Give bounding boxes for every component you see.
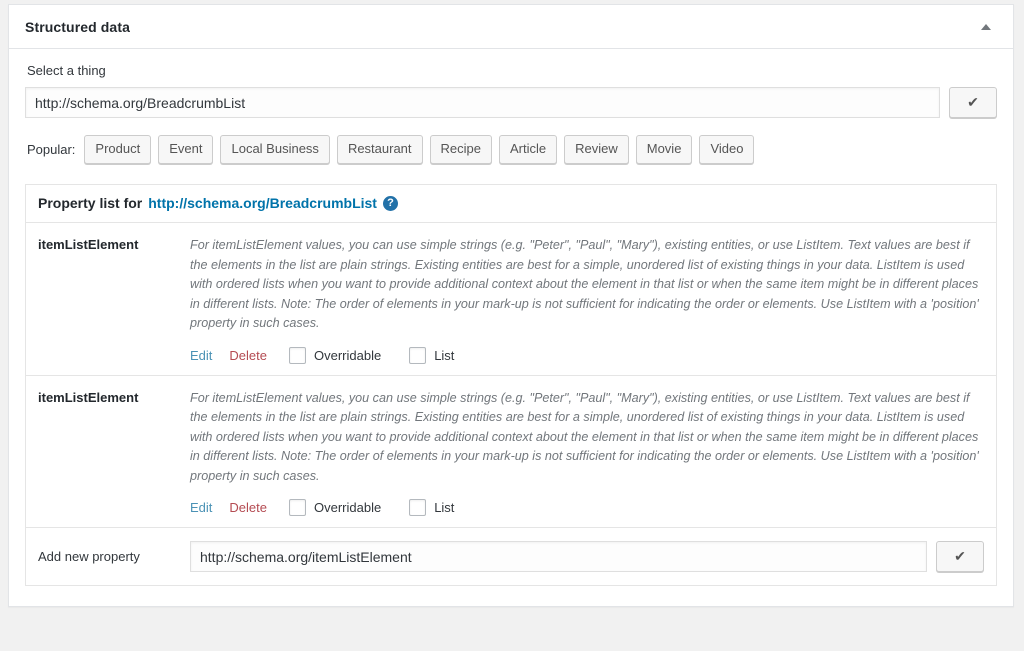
popular-button-recipe[interactable]: Recipe <box>429 135 492 165</box>
property-description: For itemListElement values, you can use … <box>190 390 979 483</box>
property-name: itemListElement <box>38 389 139 405</box>
checkmark-icon: ✔ <box>967 94 979 110</box>
list-checkbox[interactable]: List <box>409 346 455 364</box>
popular-button-movie[interactable]: Movie <box>635 135 693 165</box>
popular-button-event[interactable]: Event <box>158 135 214 165</box>
property-actions: Edit Delete Overridable List <box>190 499 984 517</box>
checkbox-box-icon <box>409 499 427 517</box>
popular-label: Popular: <box>27 142 76 158</box>
list-label: List <box>434 347 455 363</box>
select-thing-row: ✔ <box>25 87 997 118</box>
property-content: For itemListElement values, you can use … <box>190 236 984 364</box>
popular-button-video[interactable]: Video <box>699 135 755 165</box>
popular-button-restaurant[interactable]: Restaurant <box>336 135 423 165</box>
structured-data-metabox: Structured data Select a thing ✔ Popular… <box>8 4 1014 608</box>
property-name: itemListElement <box>38 237 139 253</box>
checkmark-icon: ✔ <box>954 548 966 565</box>
select-thing-input[interactable] <box>25 87 940 118</box>
property-row: itemListElement For itemListElement valu… <box>26 223 996 376</box>
add-new-property-row: Add new property ✔ <box>26 528 996 585</box>
add-new-property-label: Add new property <box>38 549 140 565</box>
select-thing-label: Select a thing <box>27 63 106 78</box>
question-mark-icon[interactable]: ? <box>382 195 398 211</box>
metabox-body: Select a thing ✔ Popular: Product Event … <box>9 49 1013 606</box>
edit-link[interactable]: Edit <box>190 500 212 515</box>
property-row: itemListElement For itemListElement valu… <box>26 376 996 529</box>
overridable-checkbox[interactable]: Overridable <box>288 346 382 364</box>
overridable-label: Overridable <box>313 500 382 516</box>
collapse-toggle-button[interactable] <box>973 14 999 40</box>
popular-button-review[interactable]: Review <box>564 135 629 165</box>
popular-button-article[interactable]: Article <box>499 135 558 165</box>
list-checkbox[interactable]: List <box>409 499 455 517</box>
property-list-box: Property list for http://schema.org/Brea… <box>25 184 997 587</box>
property-content: For itemListElement values, you can use … <box>190 389 984 517</box>
edit-link[interactable]: Edit <box>190 348 212 363</box>
list-label: List <box>434 500 455 516</box>
overridable-checkbox[interactable]: Overridable <box>288 499 382 517</box>
property-list-schema-link[interactable]: http://schema.org/BreadcrumbList <box>148 195 377 211</box>
property-description: For itemListElement values, you can use … <box>190 238 979 331</box>
checkbox-box-icon <box>288 346 306 364</box>
popular-types-row: Popular: Product Event Local Business Re… <box>25 135 997 165</box>
select-thing-submit-button[interactable]: ✔ <box>949 87 997 118</box>
checkbox-box-icon <box>288 499 306 517</box>
delete-link[interactable]: Delete <box>229 348 267 363</box>
page-title: Structured data <box>25 18 130 35</box>
metabox-header: Structured data <box>9 5 1013 49</box>
property-actions: Edit Delete Overridable List <box>190 346 984 364</box>
delete-link[interactable]: Delete <box>229 500 267 515</box>
property-list-heading-text: Property list for <box>38 195 143 212</box>
overridable-label: Overridable <box>313 347 382 363</box>
caret-up-icon <box>981 23 991 30</box>
property-list-heading: Property list for http://schema.org/Brea… <box>26 185 996 224</box>
checkbox-box-icon <box>409 346 427 364</box>
add-new-property-submit-button[interactable]: ✔ <box>936 541 984 573</box>
add-new-property-input[interactable] <box>190 541 927 573</box>
add-new-property-field-wrap: ✔ <box>190 541 984 573</box>
popular-button-local-business[interactable]: Local Business <box>220 135 330 165</box>
popular-button-product[interactable]: Product <box>84 135 152 165</box>
